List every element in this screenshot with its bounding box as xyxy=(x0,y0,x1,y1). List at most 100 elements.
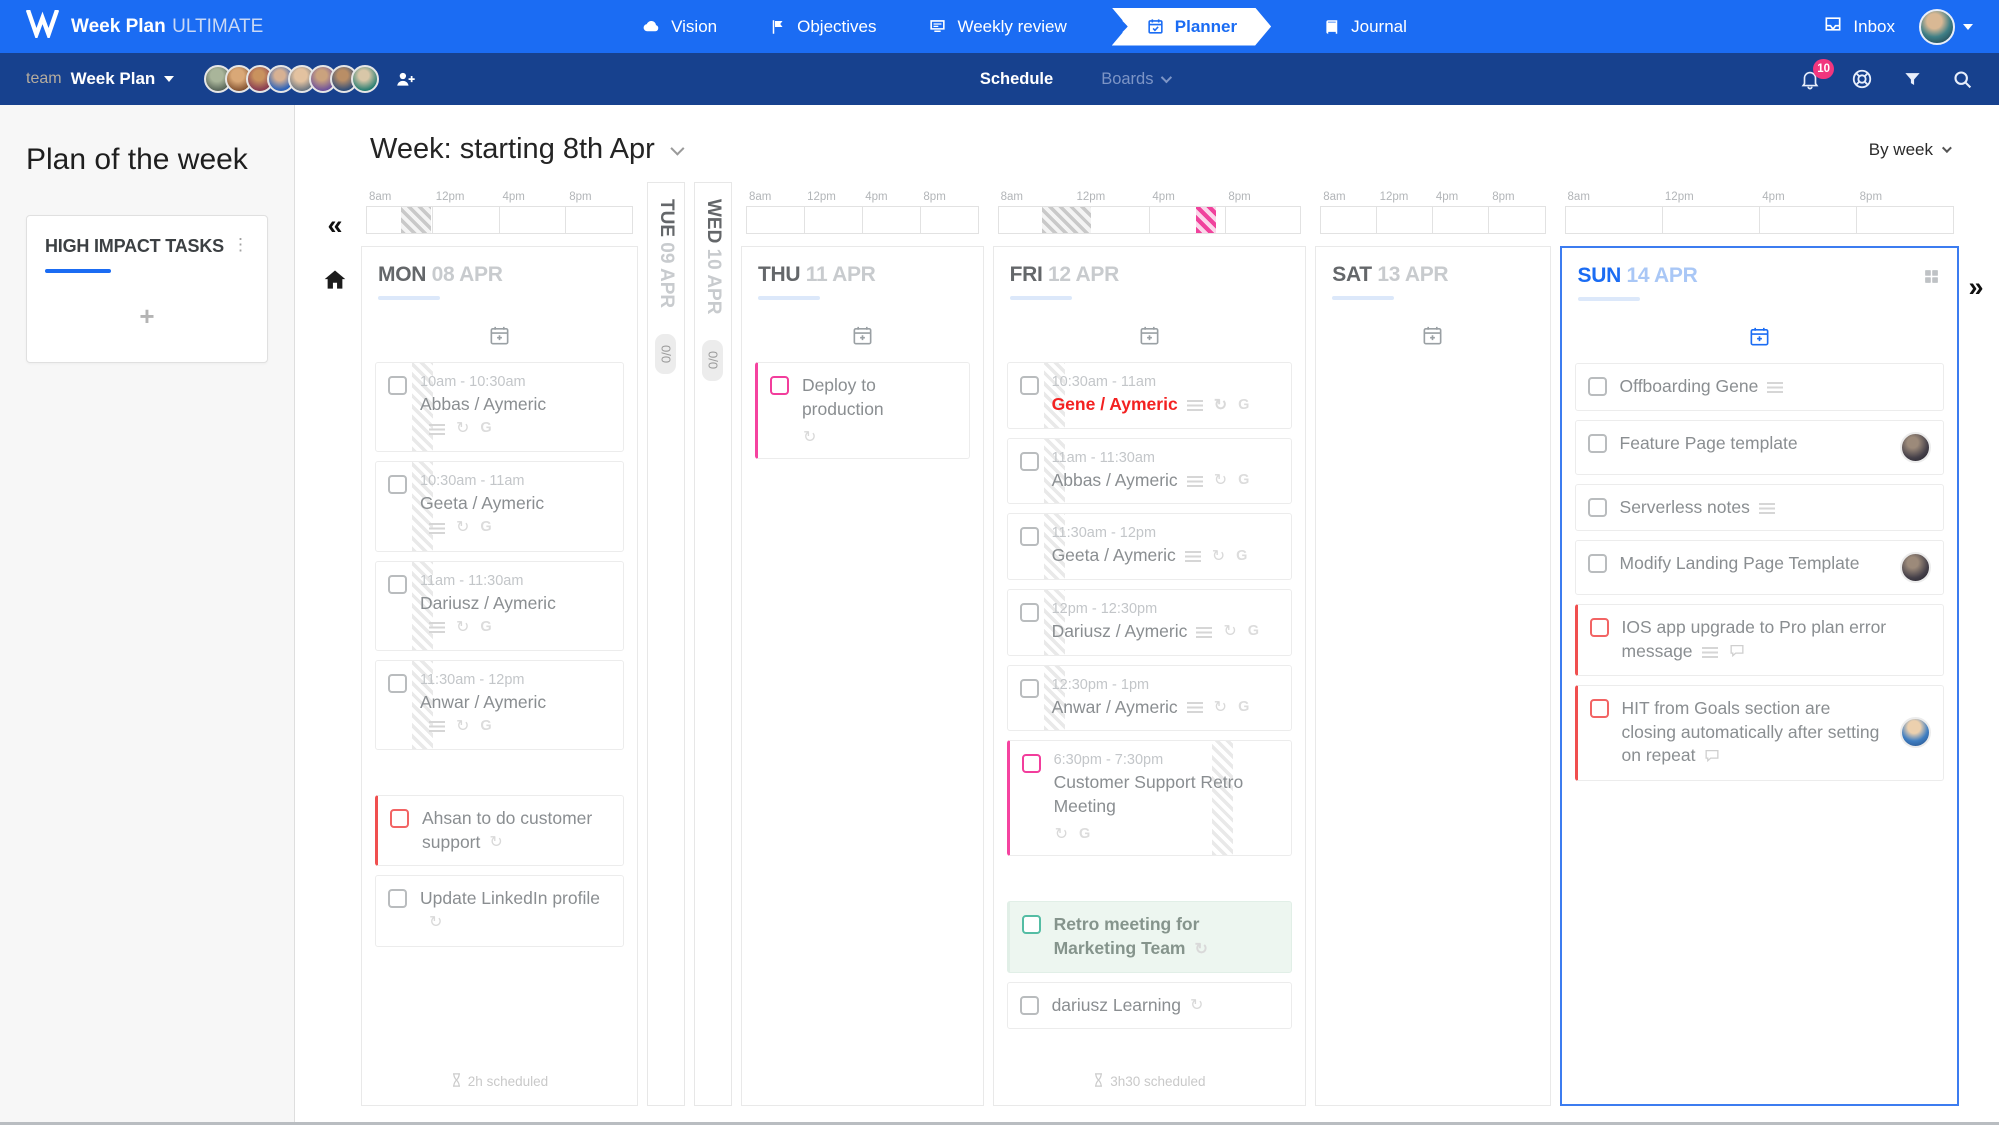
collapsed-day-label: TUE 09 APR xyxy=(655,199,677,308)
task-checkbox[interactable] xyxy=(1020,527,1039,546)
task-card[interactable]: IOS app upgrade to Pro plan error messag… xyxy=(1575,604,1944,676)
task-card[interactable]: 10:30am - 11amGene / Aymeric↻G xyxy=(1007,362,1293,429)
add-event-button[interactable] xyxy=(375,324,624,347)
day-card-sat[interactable]: SAT 13 APR xyxy=(1315,246,1550,1106)
task-checkbox[interactable] xyxy=(1020,452,1039,471)
task-checkbox[interactable] xyxy=(1588,498,1607,517)
notes-icon xyxy=(1187,702,1203,713)
task-card[interactable]: Update LinkedIn profile↻ xyxy=(375,875,624,946)
task-card[interactable]: 10am - 10:30amAbbas / Aymeric↻G xyxy=(375,362,624,452)
add-member-button[interactable] xyxy=(395,69,416,90)
day-header: MON 08 APR xyxy=(375,247,624,300)
inbox-button[interactable]: Inbox xyxy=(1823,14,1895,39)
time-tick: 12pm xyxy=(1377,191,1433,203)
task-checkbox[interactable] xyxy=(1022,754,1041,773)
view-mode-selector[interactable]: By week xyxy=(1869,140,1949,160)
grid-view-icon[interactable] xyxy=(1923,268,1940,285)
day-card-mon[interactable]: MON 08 APR 10am - 10:30amAbbas / Aymeric↻… xyxy=(361,246,638,1106)
task-card[interactable]: Deploy to production↻ xyxy=(755,362,970,459)
task-card[interactable]: Modify Landing Page Template xyxy=(1575,540,1944,595)
team-member-avatar[interactable] xyxy=(351,65,379,93)
filter-button[interactable] xyxy=(1903,70,1922,89)
task-card[interactable]: 11:30am - 12pmGeeta / Aymeric↻G xyxy=(1007,513,1293,580)
kebab-menu-icon[interactable]: ⋮ xyxy=(232,236,249,253)
task-card[interactable]: Retro meeting for Marketing Team↻ xyxy=(1007,901,1293,972)
nav-item-objectives[interactable]: Objectives xyxy=(769,17,876,37)
help-button[interactable] xyxy=(1851,68,1873,90)
day-date: 11 APR xyxy=(800,263,875,286)
add-event-button[interactable] xyxy=(1007,324,1293,347)
task-checkbox[interactable] xyxy=(1588,377,1607,396)
time-tick: 4pm xyxy=(1149,191,1225,203)
time-tick: 8am xyxy=(998,191,1074,203)
task-checkbox[interactable] xyxy=(1588,554,1607,573)
task-card[interactable]: Feature Page template xyxy=(1575,420,1944,475)
task-title: Retro meeting for Marketing Team↻ xyxy=(1054,913,1280,960)
scroll-right-button[interactable]: » xyxy=(1968,272,1983,302)
task-card[interactable]: dariusz Learning↻ xyxy=(1007,982,1293,1030)
task-checkbox[interactable] xyxy=(390,809,409,828)
task-card[interactable]: 11:30am - 12pmAnwar / Aymeric↻G xyxy=(375,660,624,750)
collapsed-day-column-wed[interactable]: WED 10 APR0/0 xyxy=(694,182,732,1106)
collapsed-day-column-tue[interactable]: TUE 09 APR0/0 xyxy=(647,182,685,1106)
add-event-button[interactable] xyxy=(1329,324,1536,347)
day-timeline: 8am12pm4pm8pm xyxy=(993,182,1307,242)
home-button[interactable] xyxy=(322,267,348,293)
day-card-fri[interactable]: FRI 12 APR10:30am - 11amGene / Aymeric↻G… xyxy=(993,246,1307,1106)
nav-item-journal[interactable]: Journal xyxy=(1323,17,1407,37)
task-checkbox[interactable] xyxy=(770,376,789,395)
task-checkbox[interactable] xyxy=(1020,376,1039,395)
task-checkbox[interactable] xyxy=(388,376,407,395)
task-checkbox[interactable] xyxy=(1022,915,1041,934)
day-card-sun[interactable]: SUN 14 APROffboarding GeneFeature Page t… xyxy=(1560,246,1959,1106)
task-checkbox[interactable] xyxy=(388,475,407,494)
nav-item-planner[interactable]: Planner xyxy=(1112,8,1271,46)
day-card-thu[interactable]: THU 11 APRDeploy to production↻ xyxy=(741,246,984,1106)
task-checkbox[interactable] xyxy=(388,575,407,594)
week-selector[interactable]: Week: starting 8th Apr xyxy=(370,133,681,166)
task-card[interactable]: 12pm - 12:30pmDariusz / Aymeric↻G xyxy=(1007,589,1293,656)
task-checkbox[interactable] xyxy=(388,889,407,908)
task-card[interactable]: Serverless notes xyxy=(1575,484,1944,532)
search-button[interactable] xyxy=(1952,69,1973,90)
planner-main: Week: starting 8th Apr By week « 8am12pm… xyxy=(295,105,1999,1122)
task-checkbox[interactable] xyxy=(1020,603,1039,622)
tab-schedule[interactable]: Schedule xyxy=(980,70,1053,89)
task-card[interactable]: Offboarding Gene xyxy=(1575,363,1944,411)
timeline-grid[interactable] xyxy=(998,206,1302,234)
task-card[interactable]: 10:30am - 11amGeeta / Aymeric↻G xyxy=(375,461,624,551)
scroll-left-button[interactable]: « xyxy=(327,212,342,239)
task-checkbox[interactable] xyxy=(1020,996,1039,1015)
timeline-grid[interactable] xyxy=(1565,206,1954,234)
task-card[interactable]: HIT from Goals section are closing autom… xyxy=(1575,685,1944,780)
task-checkbox[interactable] xyxy=(1590,699,1609,718)
timeline-grid[interactable] xyxy=(1320,206,1545,234)
task-card[interactable]: Ahsan to do customer support↻ xyxy=(375,795,624,866)
task-card[interactable]: 6:30pm - 7:30pmCustomer Support Retro Me… xyxy=(1007,740,1293,856)
nav-item-vision[interactable]: Vision xyxy=(642,17,717,37)
timeline-grid[interactable] xyxy=(366,206,633,234)
task-checkbox[interactable] xyxy=(1020,679,1039,698)
task-title: Feature Page template xyxy=(1620,432,1887,456)
notifications-button[interactable]: 10 xyxy=(1799,68,1821,90)
task-title: Geeta / Aymeric↻G xyxy=(420,492,611,539)
add-high-impact-task-button[interactable]: + xyxy=(45,301,249,332)
task-card[interactable]: 11am - 11:30amDariusz / Aymeric↻G xyxy=(375,561,624,651)
team-selector[interactable]: team Week Plan xyxy=(26,69,174,89)
task-checkbox[interactable] xyxy=(1590,618,1609,637)
task-checkbox[interactable] xyxy=(1588,434,1607,453)
brand[interactable]: Week Plan ULTIMATE xyxy=(26,10,296,43)
task-card[interactable]: 11am - 11:30amAbbas / Aymeric↻G xyxy=(1007,438,1293,505)
timeline-grid[interactable] xyxy=(746,206,979,234)
user-menu[interactable] xyxy=(1919,9,1973,45)
tab-boards[interactable]: Boards xyxy=(1101,70,1169,89)
card-accent-underline xyxy=(45,269,111,273)
sync-icon: ↻ xyxy=(456,517,469,539)
add-event-button[interactable] xyxy=(1575,325,1944,348)
time-tick: 8pm xyxy=(566,191,633,203)
task-checkbox[interactable] xyxy=(388,674,407,693)
add-event-button[interactable] xyxy=(755,324,970,347)
task-card[interactable]: 12:30pm - 1pmAnwar / Aymeric↻G xyxy=(1007,665,1293,732)
day-underline xyxy=(1332,296,1394,300)
nav-item-weekly-review[interactable]: Weekly review xyxy=(928,17,1066,37)
